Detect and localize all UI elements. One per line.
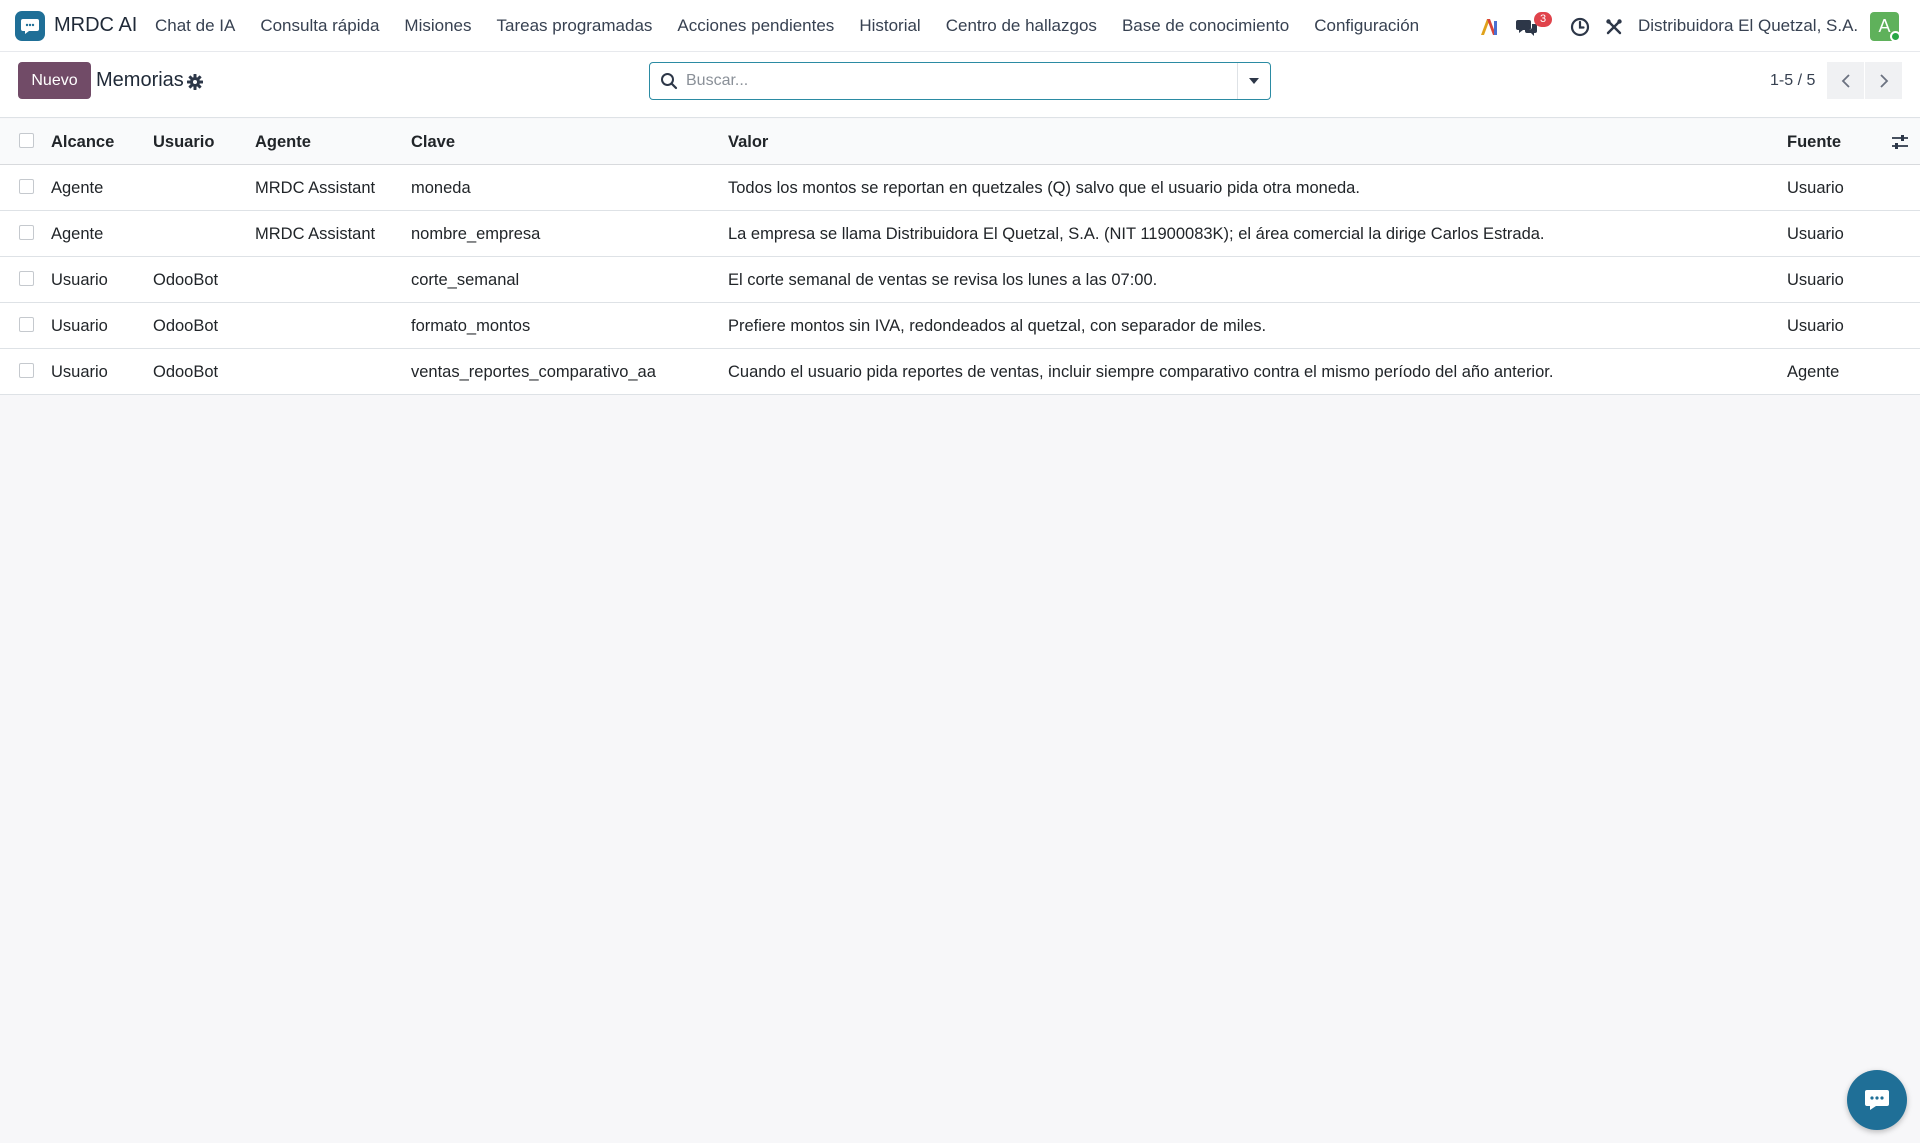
menu-item-misiones[interactable]: Misiones [404,16,471,36]
caret-down-icon [1249,78,1259,84]
search-options-toggle[interactable] [1237,63,1270,99]
app-name[interactable]: MRDC AI [54,14,137,37]
column-header-agente[interactable]: Agente [255,133,311,152]
search-bar [649,62,1271,100]
clock-icon[interactable] [1569,16,1591,38]
cell-usuario: OdooBot [153,271,219,289]
cell-alcance: Agente [51,179,104,197]
pager-next-button[interactable] [1865,62,1902,99]
cell-fuente: Agente [1787,363,1840,381]
cell-usuario: OdooBot [153,363,219,381]
cell-valor: Cuando el usuario pida reportes de venta… [728,363,1554,381]
column-header-clave[interactable]: Clave [411,133,455,152]
cell-usuario: OdooBot [153,317,219,335]
optional-columns-sliders-icon[interactable] [1891,134,1909,150]
top-navbar: MRDC AI Chat de IA Consulta rápida Misio… [0,0,1920,52]
column-header-valor[interactable]: Valor [728,133,768,152]
cell-fuente: Usuario [1787,271,1844,289]
cell-valor: El corte semanal de ventas se revisa los… [728,271,1158,289]
table-row[interactable]: Usuario OdooBot corte_semanal El corte s… [0,257,1920,303]
ai-chat-launcher-button[interactable] [1847,1070,1907,1130]
row-checkbox[interactable] [19,271,34,286]
app-logo-icon[interactable] [15,11,45,41]
new-button[interactable]: Nuevo [18,62,91,99]
cell-clave: formato_montos [411,317,531,335]
search-icon [660,72,678,90]
search-input[interactable] [686,65,1226,97]
cell-fuente: Usuario [1787,225,1844,243]
column-header-fuente[interactable]: Fuente [1787,133,1841,152]
online-status-dot [1890,31,1901,42]
cell-valor: Prefiere montos sin IVA, redondeados al … [728,317,1267,335]
cell-valor: La empresa se llama Distribuidora El Que… [728,225,1545,243]
table-row[interactable]: Usuario OdooBot formato_montos Prefiere … [0,303,1920,349]
column-header-usuario[interactable]: Usuario [153,133,214,152]
cell-fuente: Usuario [1787,317,1844,335]
cell-clave: nombre_empresa [411,225,541,243]
chevron-right-icon [1879,73,1888,88]
cell-valor: Todos los montos se reportan en quetzale… [728,179,1360,197]
select-all-checkbox[interactable] [19,133,34,148]
menu-item-historial[interactable]: Historial [859,16,920,36]
cell-clave: moneda [411,179,471,197]
cell-alcance: Usuario [51,317,108,335]
menu-item-chat-ia[interactable]: Chat de IA [155,16,235,36]
ai-logo-icon[interactable] [1478,16,1500,38]
row-checkbox[interactable] [19,363,34,378]
table-row[interactable]: Usuario OdooBot ventas_reportes_comparat… [0,349,1920,395]
row-checkbox[interactable] [19,179,34,194]
cell-alcance: Usuario [51,363,108,381]
menu-item-consulta-rapida[interactable]: Consulta rápida [260,16,379,36]
pager-previous-button[interactable] [1827,62,1864,99]
debug-tools-icon[interactable] [1603,16,1625,38]
chevron-left-icon [1841,73,1850,88]
cell-fuente: Usuario [1787,179,1844,197]
gear-icon[interactable] [186,73,204,91]
cell-agente: MRDC Assistant [255,179,376,197]
company-switcher[interactable]: Distribuidora El Quetzal, S.A. [1638,16,1858,36]
cell-alcance: Agente [51,225,104,243]
control-panel: Nuevo Memorias Buscar... 1-5 / 5 [0,52,1920,118]
menu-item-base-conocimiento[interactable]: Base de conocimiento [1122,16,1289,36]
cell-clave: ventas_reportes_comparativo_aa [411,363,656,381]
table-header-row: Alcance Usuario Agente Clave Valor Fuent… [0,119,1920,165]
pager-value[interactable]: 1-5 / 5 [1770,72,1815,90]
chat-launcher-icon [1865,1090,1889,1110]
menu-item-configuracion[interactable]: Configuración [1314,16,1419,36]
cell-clave: corte_semanal [411,271,520,289]
main-menu: Chat de IA Consulta rápida Misiones Tare… [155,16,1444,36]
menu-item-acciones-pendientes[interactable]: Acciones pendientes [677,16,834,36]
table-row[interactable]: Agente MRDC Assistant nombre_empresa La … [0,211,1920,257]
menu-item-centro-hallazgos[interactable]: Centro de hallazgos [946,16,1097,36]
row-checkbox[interactable] [19,225,34,240]
row-checkbox[interactable] [19,317,34,332]
messages-count-badge: 3 [1534,12,1552,27]
cell-agente: MRDC Assistant [255,225,376,243]
menu-item-tareas-programadas[interactable]: Tareas programadas [497,16,653,36]
page-title: Memorias [96,69,184,91]
memories-list-table: Alcance Usuario Agente Clave Valor Fuent… [0,119,1920,395]
column-header-alcance[interactable]: Alcance [51,133,114,152]
cell-alcance: Usuario [51,271,108,289]
table-row[interactable]: Agente MRDC Assistant moneda Todos los m… [0,165,1920,211]
